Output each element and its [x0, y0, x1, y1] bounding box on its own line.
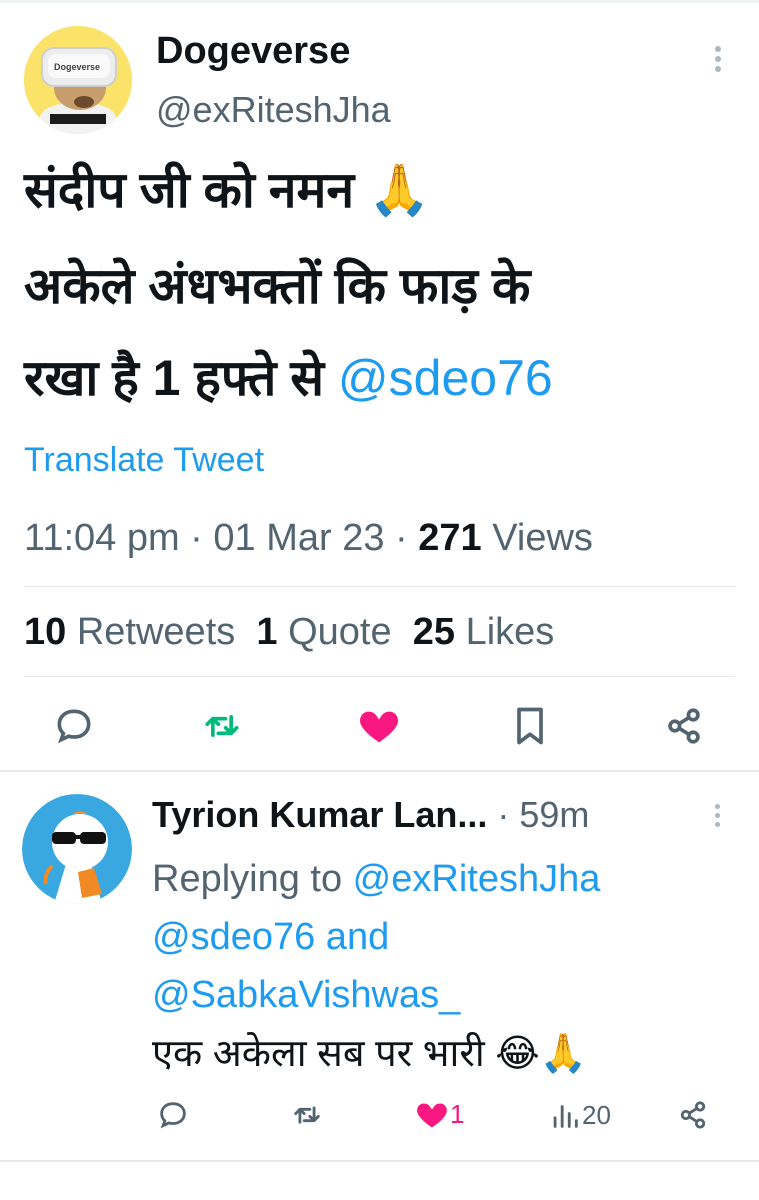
and-label: and: [315, 916, 390, 958]
section-divider: [0, 1160, 759, 1162]
reply-views[interactable]: 20: [548, 1098, 611, 1134]
share-icon[interactable]: [662, 704, 706, 748]
replying-label: Replying to: [152, 858, 353, 900]
section-divider: [0, 770, 759, 772]
retweets-label: Retweets: [76, 611, 236, 653]
divider: [24, 586, 735, 587]
retweet-icon[interactable]: [200, 704, 244, 748]
reply-separator: ·: [487, 794, 520, 835]
meta-separator: ·: [384, 517, 419, 559]
mention-link[interactable]: @sdeo76: [338, 350, 553, 406]
reply-author-name[interactable]: Tyrion Kumar Lan...: [152, 794, 487, 835]
reply-likes-count: 1: [450, 1098, 465, 1129]
meta-separator: ·: [179, 517, 214, 559]
reply-header: Tyrion Kumar Lan... · 59m: [152, 794, 589, 836]
more-options-icon[interactable]: [715, 46, 721, 76]
tweet-text-line2: अकेले अंधभक्तों कि फाड़ के: [24, 258, 531, 314]
reply-author-avatar[interactable]: [22, 794, 132, 904]
quotes-count: 1: [256, 611, 278, 653]
views-label[interactable]: Views: [482, 517, 593, 559]
likes-count: 25: [412, 611, 456, 653]
replying-to: Replying to @exRiteshJha @sdeo76 and @Sa…: [152, 850, 742, 1024]
translate-tweet-link[interactable]: Translate Tweet: [24, 440, 264, 480]
views-icon: [548, 1098, 582, 1132]
tweet-time: 11:04 pm: [24, 517, 180, 559]
heart-icon: [414, 1096, 450, 1132]
likes-label: Likes: [465, 611, 555, 653]
reply-time[interactable]: 59m: [519, 794, 589, 835]
reply-views-count: 20: [582, 1099, 611, 1130]
tweet-meta: 11:04 pm · 01 Mar 23 · 271 Views: [24, 516, 593, 560]
tweet-text-line3-plain: रखा है 1 हफ्ते से: [24, 350, 338, 406]
mention-link[interactable]: @exRiteshJha: [353, 858, 601, 900]
quotes-stat[interactable]: 1 Quote: [256, 611, 391, 653]
author-avatar[interactable]: Dogeverse: [24, 26, 132, 134]
tweet-stats: 10 Retweets 1 Quote 25 Likes: [24, 610, 554, 654]
reply-retweet-icon[interactable]: [290, 1098, 324, 1132]
author-handle[interactable]: @exRiteshJha: [156, 88, 391, 132]
avatar-label: Dogeverse: [54, 62, 101, 72]
tweet-text-line1: संदीप जी को नमन 🙏: [24, 162, 431, 218]
author-name[interactable]: Dogeverse: [156, 28, 350, 74]
quotes-label: Quote: [288, 611, 392, 653]
bookmark-icon[interactable]: [508, 704, 552, 748]
reply-reply-icon[interactable]: [156, 1098, 190, 1132]
reply-share-icon[interactable]: [676, 1098, 710, 1132]
tweet-text-line3: रखा है 1 हफ्ते से @sdeo76: [24, 346, 553, 410]
mention-link[interactable]: @SabkaVishwas_: [152, 974, 460, 1016]
retweets-count: 10: [24, 611, 67, 653]
retweets-stat[interactable]: 10 Retweets: [24, 611, 235, 653]
views-count[interactable]: 271: [418, 517, 481, 559]
tweet-date: 01 Mar 23: [213, 517, 385, 559]
divider: [24, 676, 735, 677]
reply-text: एक अकेला सब पर भारी 😂🙏: [152, 1033, 587, 1075]
reply-like-button[interactable]: 1: [414, 1096, 464, 1134]
heart-icon[interactable]: [356, 702, 402, 748]
reply-icon[interactable]: [52, 704, 96, 748]
mention-link[interactable]: @sdeo76: [152, 916, 315, 958]
reply-more-options-icon[interactable]: [715, 804, 721, 831]
likes-stat[interactable]: 25 Likes: [413, 611, 555, 653]
top-divider: [0, 0, 759, 3]
